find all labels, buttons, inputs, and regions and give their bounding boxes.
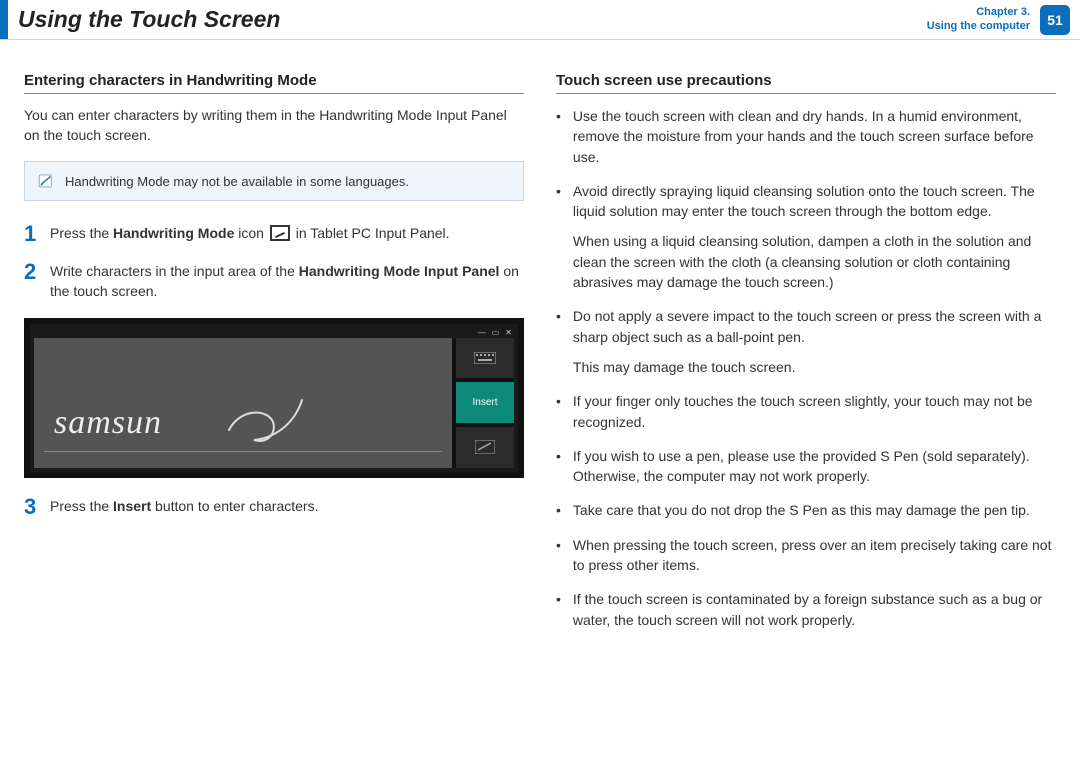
chapter-title: Using the computer <box>927 20 1030 33</box>
step-2-text-a: Write characters in the input area of th… <box>50 263 299 279</box>
keyboard-toggle-button[interactable] <box>456 338 514 383</box>
item-text: Use the touch screen with clean and dry … <box>573 108 1034 165</box>
writing-baseline <box>44 451 442 452</box>
handwriting-intro: You can enter characters by writing them… <box>24 106 524 145</box>
note-box: Handwriting Mode may not be available in… <box>24 161 524 201</box>
list-item: Do not apply a severe impact to the touc… <box>556 306 1056 377</box>
item-text: If you wish to use a pen, please use the… <box>573 448 1030 484</box>
handwriting-mode-icon <box>270 225 290 241</box>
step-1-bold: Handwriting Mode <box>113 225 234 241</box>
insert-button[interactable]: Insert <box>456 382 514 427</box>
item-extra: This may damage the touch screen. <box>573 357 1056 377</box>
list-item: If the touch screen is contaminated by a… <box>556 589 1056 630</box>
header-meta: Chapter 3. Using the computer 51 <box>927 0 1080 39</box>
handwritten-sample: samsun <box>54 404 162 442</box>
step-2-bold: Handwriting Mode Input Panel <box>299 263 500 279</box>
handwriting-heading: Entering characters in Handwriting Mode <box>24 72 524 94</box>
step-3-bold: Insert <box>113 498 151 514</box>
item-extra: When using a liquid cleansing solution, … <box>573 231 1056 292</box>
item-text: When pressing the touch screen, press ov… <box>573 537 1052 573</box>
header-accent-tab <box>0 0 8 39</box>
panel-minimize-icon[interactable]: — <box>478 328 486 338</box>
panel-titlebar: — ▭ ✕ <box>34 328 514 338</box>
chapter-number: Chapter 3. <box>927 6 1030 19</box>
list-item: If your finger only touches the touch sc… <box>556 391 1056 432</box>
list-item: If you wish to use a pen, please use the… <box>556 446 1056 487</box>
handwritten-g-icon <box>224 390 304 450</box>
item-text: Take care that you do not drop the S Pen… <box>573 502 1030 518</box>
step-number-3: 3 <box>24 496 40 518</box>
handwriting-area[interactable]: samsun <box>34 338 456 468</box>
item-text: Avoid directly spraying liquid cleansing… <box>573 183 1035 219</box>
handwriting-toggle-button[interactable] <box>456 427 514 468</box>
list-item: Use the touch screen with clean and dry … <box>556 106 1056 167</box>
list-item: Avoid directly spraying liquid cleansing… <box>556 181 1056 292</box>
step-1-body: Press the Handwriting Mode icon in Table… <box>50 223 524 245</box>
list-item: Take care that you do not drop the S Pen… <box>556 500 1056 520</box>
chapter-info: Chapter 3. Using the computer <box>927 6 1030 32</box>
panel-side-controls: Insert <box>456 338 514 468</box>
panel-dock-icon[interactable]: ▭ <box>492 328 500 338</box>
left-column: Entering characters in Handwriting Mode … <box>24 72 524 644</box>
page-number-badge: 51 <box>1040 5 1070 35</box>
step-3-text-a: Press the <box>50 498 113 514</box>
step-2-body: Write characters in the input area of th… <box>50 261 524 302</box>
precautions-heading: Touch screen use precautions <box>556 72 1056 94</box>
page-title: Using the Touch Screen <box>8 0 927 39</box>
step-1: 1 Press the Handwriting Mode icon in Tab… <box>24 223 524 245</box>
step-3-text-c: button to enter characters. <box>151 498 318 514</box>
note-text: Handwriting Mode may not be available in… <box>65 174 409 189</box>
item-text: If your finger only touches the touch sc… <box>573 393 1033 429</box>
keyboard-icon <box>474 352 496 364</box>
item-text: If the touch screen is contaminated by a… <box>573 591 1042 627</box>
right-column: Touch screen use precautions Use the tou… <box>556 72 1056 644</box>
item-text: Do not apply a severe impact to the touc… <box>573 308 1041 344</box>
handwriting-toggle-icon <box>475 440 495 454</box>
step-number-1: 1 <box>24 223 40 245</box>
page-header: Using the Touch Screen Chapter 3. Using … <box>0 0 1080 40</box>
note-icon <box>37 172 55 190</box>
step-1-text-d: in Tablet PC Input Panel. <box>292 225 450 241</box>
step-1-text-a: Press the <box>50 225 113 241</box>
panel-close-icon[interactable]: ✕ <box>505 328 512 338</box>
panel-body: samsun Insert <box>34 338 514 468</box>
step-number-2: 2 <box>24 261 40 302</box>
list-item: When pressing the touch screen, press ov… <box>556 535 1056 576</box>
precautions-list: Use the touch screen with clean and dry … <box>556 106 1056 630</box>
content-area: Entering characters in Handwriting Mode … <box>0 40 1080 664</box>
step-3: 3 Press the Insert button to enter chara… <box>24 496 524 518</box>
step-3-body: Press the Insert button to enter charact… <box>50 496 524 518</box>
handwriting-input-panel: — ▭ ✕ samsun Insert <box>24 318 524 478</box>
step-2: 2 Write characters in the input area of … <box>24 261 524 302</box>
step-1-text-c: icon <box>234 225 267 241</box>
